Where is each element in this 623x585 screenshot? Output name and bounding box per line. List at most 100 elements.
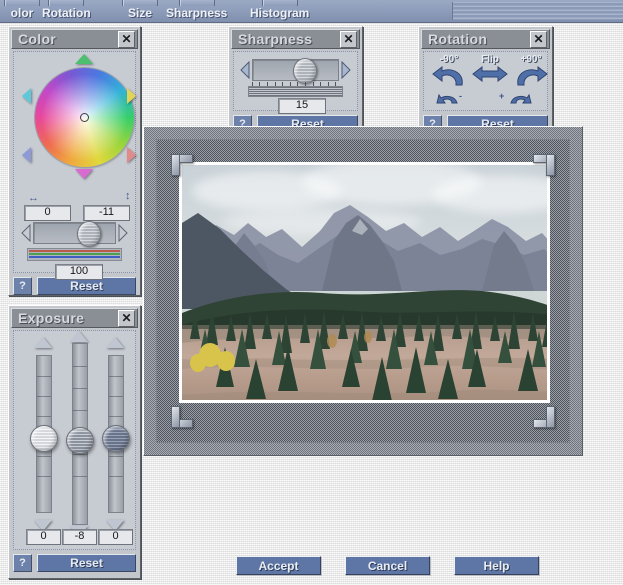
rotation-panel-titlebar[interactable]: Rotation ✕ (421, 29, 550, 49)
horizontal-axis-icon: ↔ (28, 192, 39, 204)
exposure-panel-titlebar[interactable]: Exposure ✕ (11, 308, 138, 328)
color-help-button[interactable]: ? (13, 277, 32, 295)
tab-sharpness[interactable]: Sharpness (166, 0, 227, 22)
exposure-slider-shadows[interactable] (28, 337, 58, 531)
rotate-fine-left-button[interactable]: - (434, 91, 462, 108)
rotate-right-arrow-icon (517, 65, 548, 86)
exposure-reset-button[interactable]: Reset (37, 554, 136, 572)
saturation-decrease-arrow-icon[interactable] (20, 222, 33, 244)
saturation-track[interactable] (33, 221, 116, 247)
crop-handle-top-right[interactable] (533, 154, 555, 176)
close-icon[interactable]: ✕ (340, 30, 357, 48)
midtones-knob[interactable] (66, 427, 94, 454)
wheel-marker-blue-lower-left[interactable] (22, 147, 31, 163)
crop-backdrop[interactable] (156, 139, 570, 443)
sharpness-ruler (248, 86, 343, 97)
sharpness-increase-arrow-icon[interactable] (339, 59, 352, 81)
highlights-up-arrow-icon[interactable] (106, 337, 124, 348)
flip-horizontal-icon (472, 65, 508, 83)
exposure-slider-highlights[interactable] (100, 337, 130, 531)
exposure-panel-footer: ? Reset (13, 552, 136, 574)
color-wheel-center-marker (80, 113, 89, 122)
color-vertical-value[interactable]: -11 (83, 205, 130, 221)
crop-handle-bottom-right[interactable] (533, 406, 555, 428)
exposure-slider-midtones[interactable] (64, 331, 94, 537)
color-panel-body: ↔ ↕ 0 -11 100 (13, 51, 136, 280)
tab-sharpness-label: Sharpness (166, 6, 228, 20)
exposure-panel-title: Exposure (18, 310, 85, 326)
exposure-help-button[interactable]: ? (13, 554, 32, 572)
sharpness-value[interactable]: 15 (278, 98, 326, 114)
photo-foreground-trees (190, 309, 547, 400)
dialog-action-bar: Accept Cancel Help (236, 556, 539, 575)
photo-preview[interactable] (179, 162, 550, 403)
color-panel-title: Color (18, 31, 57, 47)
rotation-panel: Rotation ✕ -90° Flip +90° - + ? Reset (418, 26, 553, 135)
exposure-panel-body: 0 -8 0 (13, 330, 136, 550)
sharpness-slider-row[interactable] (239, 57, 352, 84)
rotate-left-90-label: -90° (439, 54, 459, 65)
wheel-marker-red-lower-right[interactable] (127, 147, 136, 163)
shadows-up-arrow-icon[interactable] (34, 337, 52, 348)
sharpness-decrease-arrow-icon[interactable] (239, 59, 252, 81)
rotate-fine-right-icon (510, 93, 532, 104)
flip-horizontal-button[interactable]: Flip (471, 55, 509, 91)
color-wheel-area[interactable]: ↔ ↕ (14, 52, 136, 212)
saturation-value[interactable]: 100 (55, 264, 103, 280)
rgb-level-bar (27, 248, 122, 261)
rgb-green-line (29, 253, 120, 255)
exposure-value-highlights[interactable]: 0 (98, 529, 133, 545)
cancel-button[interactable]: Cancel (345, 556, 430, 575)
image-canvas-area[interactable] (143, 126, 583, 456)
tab-color-label: olor (10, 6, 34, 20)
flip-label: Flip (481, 54, 499, 65)
tab-color[interactable]: olor (4, 0, 40, 22)
rotate-left-arrow-icon (432, 65, 463, 86)
rotate-fine-plus-sign: + (499, 91, 505, 101)
color-panel: Color ✕ ↔ ↕ 0 -11 100 ? Reset (8, 26, 141, 296)
sharpness-track[interactable] (252, 58, 339, 84)
saturation-increase-arrow-icon[interactable] (116, 222, 129, 244)
sharpness-panel-titlebar[interactable]: Sharpness ✕ (231, 29, 360, 49)
sharpness-panel: Sharpness ✕ 15 ? Reset (228, 26, 363, 135)
rotation-panel-title: Rotation (428, 31, 488, 47)
saturation-slider-row[interactable] (20, 220, 129, 247)
tab-rotation[interactable]: Rotation (42, 0, 91, 22)
sharpness-panel-body: 15 (233, 51, 358, 114)
midtones-up-arrow-icon[interactable] (70, 331, 88, 342)
saturation-knob[interactable] (77, 221, 101, 247)
sharpness-panel-title: Sharpness (238, 31, 313, 47)
rotate-fine-minus-sign: - (459, 91, 462, 101)
rotate-left-90-button[interactable]: -90° (430, 55, 468, 91)
exposure-value-midtones[interactable]: -8 (62, 529, 97, 545)
color-panel-titlebar[interactable]: Color ✕ (11, 29, 138, 49)
exposure-panel: Exposure ✕ 0 -8 0 ? Reset (8, 305, 141, 579)
vertical-axis-icon: ↕ (125, 190, 131, 202)
rotate-right-90-button[interactable]: +90° (512, 55, 550, 91)
wheel-marker-yellow-right[interactable] (127, 88, 136, 104)
exposure-value-shadows[interactable]: 0 (26, 529, 61, 545)
crop-handle-top-left[interactable] (171, 154, 193, 176)
tab-size-label: Size (127, 6, 152, 20)
close-icon[interactable]: ✕ (118, 30, 135, 48)
rotation-panel-body: -90° Flip +90° - + (423, 51, 548, 111)
color-horizontal-value[interactable]: 0 (24, 205, 71, 221)
rgb-blue-line (29, 256, 120, 258)
highlights-knob[interactable] (102, 425, 130, 452)
tab-size[interactable]: Size (122, 0, 158, 22)
close-icon[interactable]: ✕ (118, 309, 135, 327)
wheel-marker-cyan-left[interactable] (22, 88, 31, 104)
crop-handle-bottom-left[interactable] (171, 406, 193, 428)
rgb-red-line (29, 250, 120, 252)
rotate-right-90-label: +90° (520, 54, 542, 65)
accept-button[interactable]: Accept (236, 556, 321, 575)
rotate-fine-right-button[interactable]: + (499, 91, 534, 108)
top-toolbar: olor Rotation Size Sharpness Histogram (0, 0, 623, 23)
wheel-marker-magenta-down[interactable] (75, 169, 93, 179)
shadows-knob[interactable] (30, 425, 58, 452)
tab-histogram[interactable]: Histogram (250, 0, 309, 22)
help-button[interactable]: Help (454, 556, 539, 575)
close-icon[interactable]: ✕ (530, 30, 547, 48)
sharpness-knob[interactable] (293, 58, 317, 84)
wheel-marker-green-up[interactable] (75, 54, 93, 64)
